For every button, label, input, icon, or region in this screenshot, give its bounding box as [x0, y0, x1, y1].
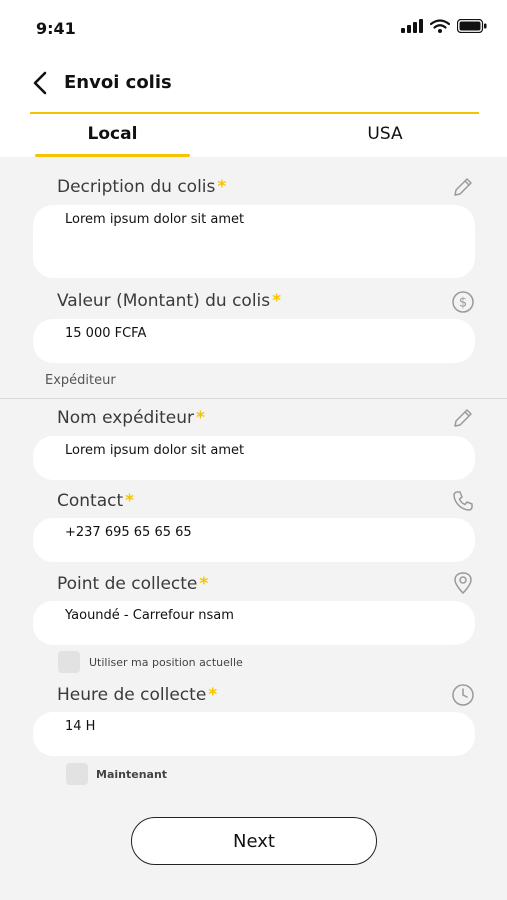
wifi-icon — [430, 19, 450, 33]
location-pin-icon — [450, 570, 476, 596]
back-button[interactable] — [28, 70, 52, 96]
chevron-left-icon — [33, 71, 47, 95]
phone-icon — [450, 488, 476, 514]
point-value: Yaoundé - Carrefour nsam — [65, 608, 234, 623]
contact-field[interactable]: +237 695 65 65 65 — [33, 518, 475, 562]
valeur-value: 15 000 FCFA — [65, 326, 147, 341]
header-divider — [30, 112, 479, 114]
pencil-icon — [450, 405, 476, 431]
valeur-label: Valeur (Montant) du colis * — [57, 291, 282, 311]
nom-value: Lorem ipsum dolor sit amet — [65, 443, 245, 458]
position-checkbox-label: Utiliser ma position actuelle — [89, 656, 243, 669]
clock-icon — [450, 682, 476, 708]
tab-active-indicator — [35, 154, 190, 157]
section-expediteur: Expéditeur — [45, 373, 116, 388]
nom-label: Nom expéditeur * — [57, 408, 205, 428]
status-time: 9:41 — [36, 19, 76, 38]
battery-icon — [457, 19, 487, 33]
header-area: 9:41 Envoi colis Local USA — [0, 0, 507, 157]
pencil-icon — [450, 174, 476, 200]
description-label: Decription du colis * — [57, 177, 227, 197]
heure-label: Heure de collecte * — [57, 685, 218, 705]
section-divider — [0, 398, 507, 399]
point-field[interactable]: Yaoundé - Carrefour nsam — [33, 601, 475, 645]
next-button[interactable]: Next — [131, 817, 377, 865]
contact-label: Contact * — [57, 491, 135, 511]
description-field[interactable]: Lorem ipsum dolor sit amet — [33, 205, 475, 278]
tab-usa[interactable]: USA — [310, 124, 460, 144]
maintenant-checkbox[interactable] — [66, 763, 88, 785]
svg-text:$: $ — [459, 296, 467, 311]
point-label: Point de collecte * — [57, 574, 209, 594]
heure-value: 14 H — [65, 719, 96, 734]
position-checkbox[interactable] — [58, 651, 80, 673]
valeur-field[interactable]: 15 000 FCFA — [33, 319, 475, 363]
dollar-icon: $ — [450, 289, 476, 315]
page-title: Envoi colis — [64, 72, 172, 93]
tab-local[interactable]: Local — [35, 124, 190, 144]
maintenant-checkbox-label: Maintenant — [96, 768, 168, 781]
contact-value: +237 695 65 65 65 — [65, 525, 192, 540]
status-icons — [401, 19, 487, 33]
description-value: Lorem ipsum dolor sit amet — [65, 212, 245, 227]
nom-field[interactable]: Lorem ipsum dolor sit amet — [33, 436, 475, 480]
signal-icon — [401, 19, 423, 33]
heure-field[interactable]: 14 H — [33, 712, 475, 756]
